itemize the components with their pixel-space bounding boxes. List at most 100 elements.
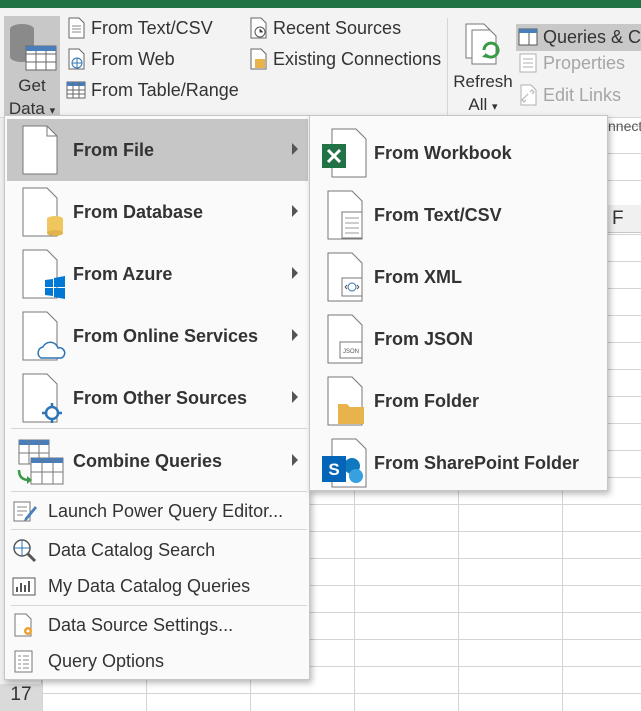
menu-item-label: Query Options [48, 650, 165, 671]
properties-button[interactable]: Properties [518, 52, 625, 74]
menu-item-label: Data Catalog Search [48, 539, 216, 560]
menu-item-label: Combine Queries [73, 450, 223, 471]
from-text-csv-button[interactable]: From Text/CSV [66, 17, 213, 39]
refresh-all-button[interactable]: Refresh All ▾ [452, 22, 514, 118]
submenu-item-label: From Text/CSV [374, 204, 502, 225]
database-icon [22, 187, 63, 237]
table-icon [66, 81, 86, 99]
refresh-label: Refresh [453, 72, 513, 91]
refresh-icon [465, 23, 500, 65]
properties-icon [519, 53, 537, 73]
properties-label: Properties [543, 52, 626, 73]
xml-icon [327, 252, 363, 302]
menu-item-label: From Other Sources [73, 387, 248, 408]
submenu-item-label: From JSON [374, 328, 474, 349]
submenu-arrow-icon [292, 205, 298, 217]
menu-item-from-file[interactable]: From File [7, 119, 308, 181]
get-data-menu: From File From Database From Azure From … [4, 115, 310, 680]
recent-sources-button[interactable]: Recent Sources [248, 17, 401, 39]
submenu-item-from-sharepoint-folder[interactable]: S From SharePoint Folder [312, 432, 606, 494]
existing-connections-button[interactable]: Existing Connections [248, 48, 441, 70]
from-table-range-button[interactable]: From Table/Range [66, 79, 239, 101]
chevron-down-icon: ▾ [492, 101, 498, 113]
queries-connections-button[interactable]: Queries & C [516, 24, 641, 51]
connections-group-label: nnect [608, 118, 641, 134]
menu-item-label: Launch Power Query Editor... [48, 500, 284, 521]
submenu-item-from-xml[interactable]: From XML [312, 246, 606, 308]
refresh-all-label-line2: All ▾ [468, 95, 498, 114]
row-header-17[interactable]: 17 [0, 684, 42, 711]
existing-connections-icon [250, 48, 267, 70]
menu-separator [11, 529, 307, 530]
submenu-item-label: From XML [374, 266, 462, 287]
menu-item-data-source-settings[interactable]: Data Source Settings... [7, 607, 308, 643]
queries-pane-icon [518, 28, 538, 46]
cloud-icon [22, 311, 66, 361]
from-web-label: From Web [91, 48, 175, 69]
excel-workbook-icon [322, 128, 367, 178]
recent-sources-label: Recent Sources [273, 17, 402, 38]
edit-links-icon [520, 84, 537, 106]
menu-item-label: My Data Catalog Queries [48, 575, 251, 596]
menu-item-from-database[interactable]: From Database [7, 181, 308, 243]
submenu-item-from-json[interactable]: JSON From JSON [312, 308, 606, 370]
menu-item-label: From Online Services [73, 325, 259, 346]
submenu-arrow-icon [292, 329, 298, 341]
menu-item-query-options[interactable]: Query Options [7, 643, 308, 679]
submenu-item-from-text-csv[interactable]: From Text/CSV [312, 184, 606, 246]
svg-text:S: S [328, 460, 339, 479]
submenu-item-from-folder[interactable]: From Folder [312, 370, 606, 432]
sharepoint-icon: S [322, 438, 367, 488]
get-data-icon [10, 24, 57, 71]
menu-separator [11, 605, 307, 606]
json-icon: JSON [327, 314, 363, 364]
folder-icon [327, 376, 364, 426]
submenu-item-label: From Folder [374, 390, 480, 411]
menu-item-launch-power-query-editor[interactable]: Launch Power Query Editor... [7, 493, 308, 529]
menu-item-from-other-sources[interactable]: From Other Sources [7, 367, 308, 429]
menu-item-label: From Azure [73, 263, 173, 284]
get-data-label: Get [18, 76, 46, 95]
edit-links-label: Edit Links [543, 84, 622, 105]
from-table-range-label: From Table/Range [91, 79, 239, 100]
from-text-csv-label: From Text/CSV [91, 17, 213, 38]
column-f-label: F [612, 208, 624, 229]
file-icon [22, 125, 58, 175]
submenu-arrow-icon [292, 454, 298, 466]
queries-connections-label: Queries & C [543, 26, 641, 47]
submenu-item-label: From SharePoint Folder [374, 452, 580, 473]
submenu-item-from-workbook[interactable]: From Workbook [312, 122, 606, 184]
combine-queries-icon [17, 439, 64, 485]
ribbon-separator [447, 18, 448, 118]
catalog-queries-icon [12, 577, 36, 596]
submenu-arrow-icon [292, 391, 298, 403]
menu-item-my-data-catalog-queries[interactable]: My Data Catalog Queries [7, 568, 308, 604]
menu-separator [11, 428, 307, 429]
from-web-button[interactable]: From Web [66, 48, 175, 70]
edit-links-button[interactable]: Edit Links [518, 84, 621, 106]
svg-text:JSON: JSON [343, 349, 359, 355]
submenu-arrow-icon [292, 267, 298, 279]
catalog-search-icon [13, 539, 37, 563]
submenu-arrow-icon [292, 143, 298, 155]
web-page-icon [68, 48, 85, 70]
azure-windows-icon [22, 249, 65, 299]
menu-item-combine-queries[interactable]: Combine Queries [7, 430, 308, 492]
menu-item-label: From File [73, 139, 155, 160]
menu-separator [11, 491, 307, 492]
text-csv-icon [327, 190, 363, 240]
existing-connections-label: Existing Connections [273, 48, 442, 69]
title-bar-strip [0, 0, 641, 8]
menu-item-from-azure[interactable]: From Azure [7, 243, 308, 305]
menu-item-label: From Database [73, 201, 204, 222]
recent-sources-icon [250, 17, 267, 39]
data-source-settings-icon [14, 613, 32, 637]
get-data-button[interactable]: Get Data ▾ [4, 16, 60, 118]
other-sources-icon [22, 373, 62, 423]
text-file-icon [68, 17, 85, 39]
power-query-editor-icon [13, 501, 37, 522]
ribbon: Get Data ▾ From Text/CSV From Web From T… [0, 8, 641, 118]
menu-item-from-online-services[interactable]: From Online Services [7, 305, 308, 367]
query-options-icon [14, 650, 33, 673]
menu-item-data-catalog-search[interactable]: Data Catalog Search [7, 532, 308, 568]
